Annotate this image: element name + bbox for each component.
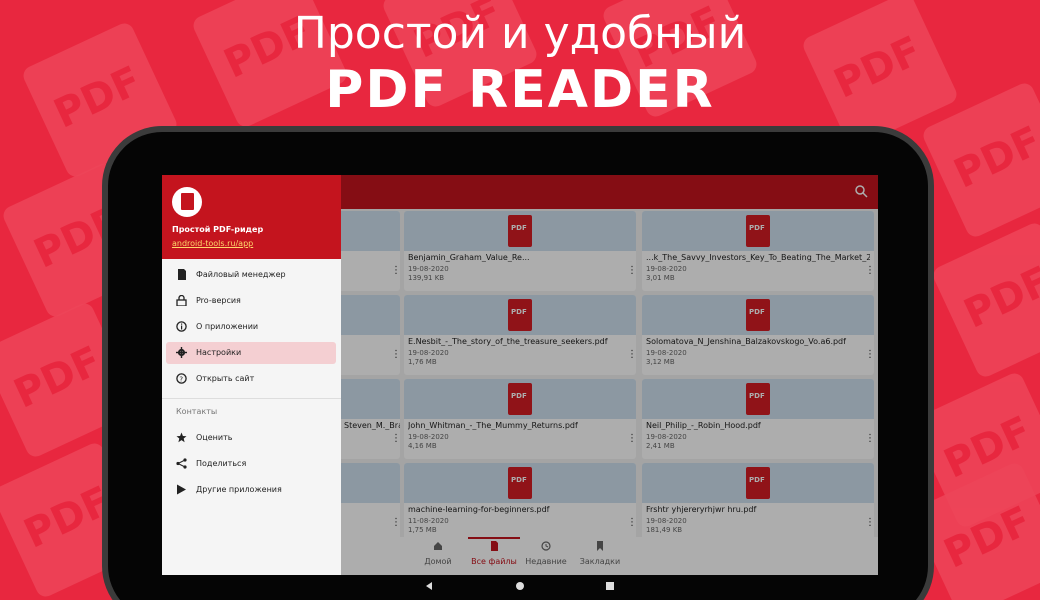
lock-icon [176, 295, 187, 306]
drawer-section-contacts: Контакты [176, 407, 218, 416]
drawer-item-open-site[interactable]: ? Открыть сайт [166, 368, 336, 390]
headline-title: PDF READER [325, 60, 715, 120]
play-store-icon [177, 484, 186, 495]
drawer-item-label: Pro-версия [196, 296, 241, 305]
drawer-item-rate[interactable]: Оценить [166, 427, 336, 449]
drawer-item-label: Файловый менеджер [196, 270, 286, 279]
drawer-item-about[interactable]: О приложении [166, 316, 336, 338]
star-icon [176, 432, 187, 443]
drawer-item-share[interactable]: Поделиться [166, 453, 336, 475]
drawer-header: Простой PDF-ридер android-tools.ru/app [162, 175, 341, 259]
drawer-item-label: Другие приложения [196, 485, 282, 494]
drawer-item-pro[interactable]: Pro-версия [166, 290, 336, 312]
app-name: Простой PDF-ридер [172, 225, 264, 234]
info-icon [176, 321, 187, 332]
recents-icon[interactable] [605, 581, 615, 591]
drawer-item-label: Настройки [196, 348, 242, 357]
app-screen: ...ary_2005.pdf ⋮ PDF Benjamin_Graham_Va… [162, 175, 878, 575]
svg-text:?: ? [179, 375, 183, 383]
app-website-link[interactable]: android-tools.ru/app [172, 239, 253, 248]
drawer-item-settings[interactable]: Настройки [166, 342, 336, 364]
drawer-item-label: О приложении [196, 322, 259, 331]
navigation-drawer: Простой PDF-ридер android-tools.ru/app Ф… [162, 175, 341, 575]
system-navigation-bar [162, 575, 878, 600]
back-icon[interactable] [424, 581, 434, 591]
file-icon [178, 269, 186, 280]
drawer-item-label: Поделиться [196, 459, 247, 468]
app-logo-icon [172, 187, 202, 217]
drawer-item-other-apps[interactable]: Другие приложения [166, 479, 336, 501]
gear-icon [176, 347, 187, 358]
drawer-item-label: Оценить [196, 433, 233, 442]
drawer-item-label: Открыть сайт [196, 374, 255, 383]
home-circle-icon[interactable] [515, 581, 525, 591]
drawer-divider [162, 398, 341, 399]
pdf-logo-decoration: PDF [930, 220, 1040, 380]
share-icon [176, 458, 187, 469]
help-icon: ? [176, 373, 187, 384]
drawer-item-file-manager[interactable]: Файловый менеджер [166, 264, 336, 286]
headline-subtitle: Простой и удобный [293, 8, 747, 59]
